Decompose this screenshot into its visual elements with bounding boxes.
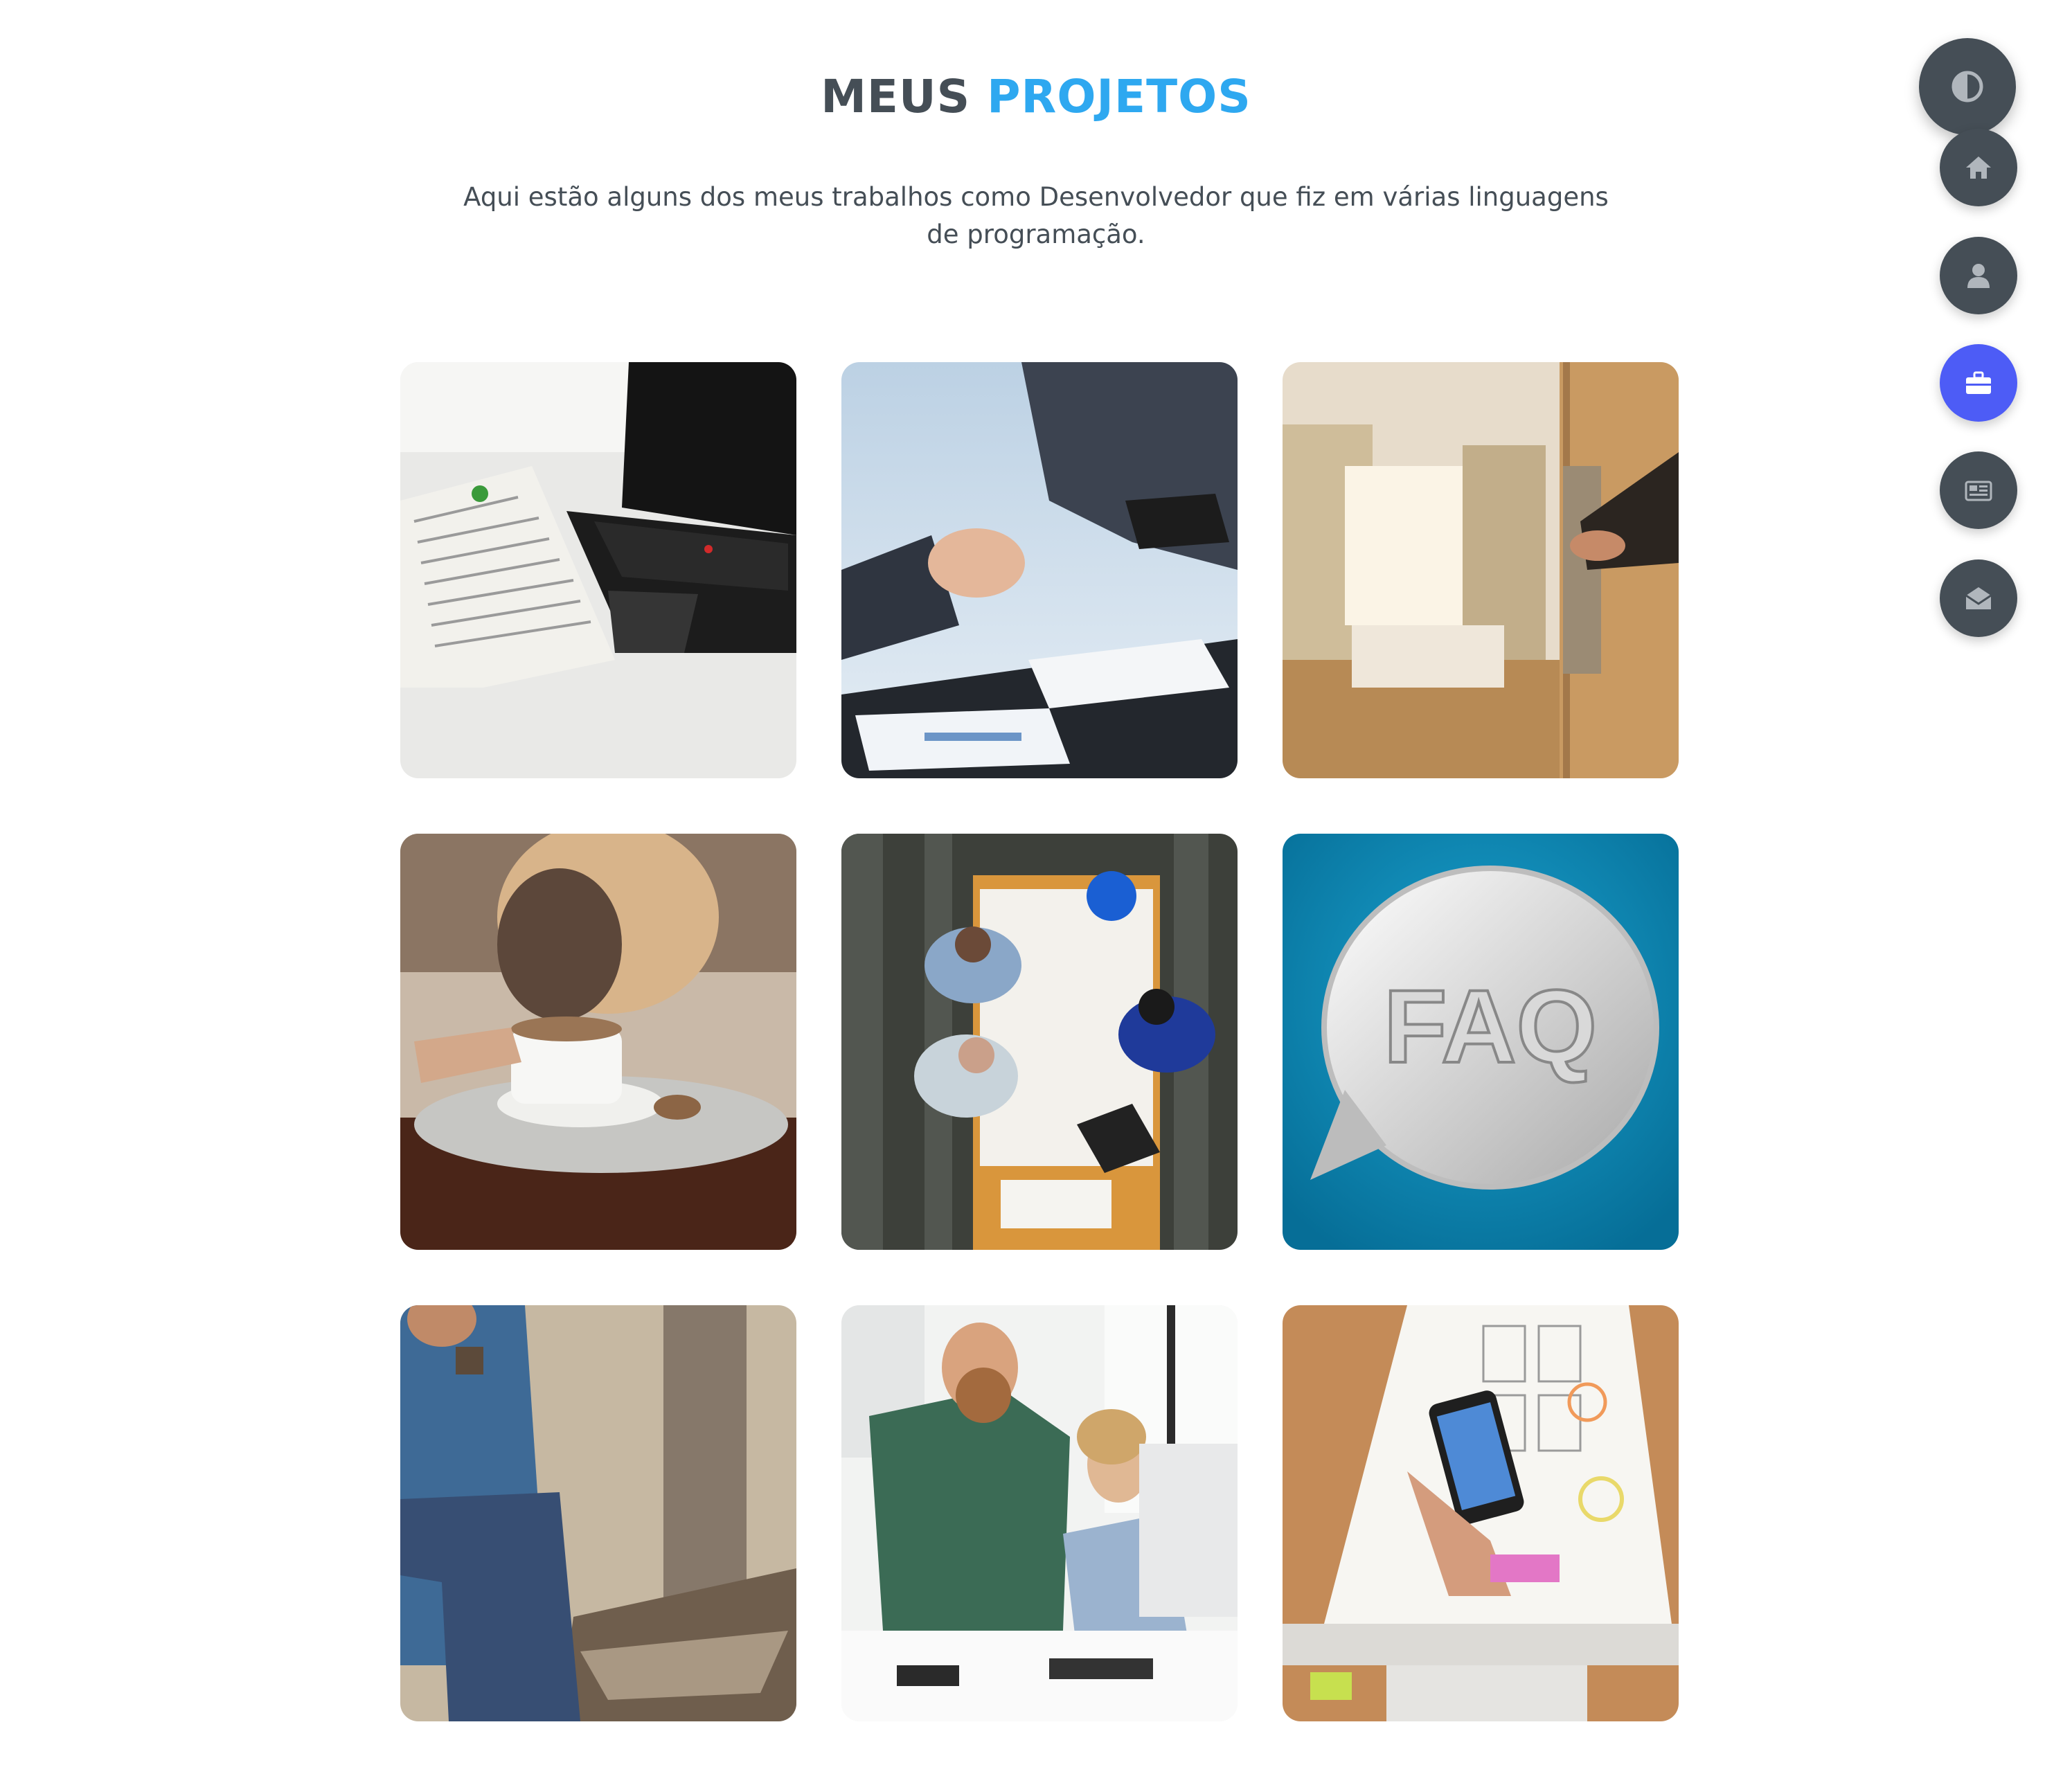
projects-page: MEUS PROJETOS Aqui estão alguns dos meus… [0, 0, 2072, 1792]
section-title: MEUS PROJETOS [0, 69, 2072, 124]
home-icon [1963, 152, 1994, 183]
project-card-coffee-cup[interactable] [400, 834, 796, 1250]
briefcase-icon [1963, 368, 1994, 398]
newspaper-icon [1963, 475, 1994, 505]
project-image-laptop-newspaper [400, 362, 796, 778]
section-title-part1: MEUS [821, 70, 971, 123]
project-card-man-sitting-outdoors[interactable] [400, 1305, 796, 1721]
project-card-smartphone-wireframes[interactable] [1283, 1305, 1679, 1721]
project-card-faq-speech-bubble[interactable]: FAQ [1283, 834, 1679, 1250]
project-image-hotel-room-door [1283, 362, 1679, 778]
project-card-hotel-room-door[interactable] [1283, 362, 1679, 778]
project-image-team-meeting-blueprints [841, 834, 1238, 1250]
project-image-smartphone-wireframes [1283, 1305, 1679, 1721]
projects-grid: FAQ [400, 362, 1679, 1721]
project-image-man-sitting-outdoors [400, 1305, 796, 1721]
user-icon [1963, 260, 1994, 291]
envelope-open-icon [1963, 583, 1994, 613]
svg-text:FAQ: FAQ [1384, 968, 1597, 1084]
project-image-business-handshake [841, 362, 1238, 778]
section-description: Aqui estão alguns dos meus trabalhos com… [463, 182, 1609, 249]
section-title-part2: PROJETOS [987, 70, 1251, 123]
nav-home-button[interactable] [1940, 129, 2017, 206]
project-image-faq-speech-bubble: FAQ [1283, 834, 1679, 1250]
project-card-coworkers-at-desk[interactable] [841, 1305, 1238, 1721]
project-image-coffee-cup [400, 834, 796, 1250]
project-card-laptop-newspaper[interactable] [400, 362, 796, 778]
nav-about-button[interactable] [1940, 237, 2017, 314]
nav-contact-button[interactable] [1940, 559, 2017, 637]
nav-portfolio-button[interactable] [1940, 344, 2017, 422]
theme-toggle-button[interactable] [1919, 38, 2016, 135]
project-card-business-handshake[interactable] [841, 362, 1238, 778]
contrast-icon [1951, 70, 1984, 103]
nav-blog-button[interactable] [1940, 451, 2017, 529]
project-image-coworkers-at-desk [841, 1305, 1238, 1721]
project-card-team-meeting-blueprints[interactable] [841, 834, 1238, 1250]
